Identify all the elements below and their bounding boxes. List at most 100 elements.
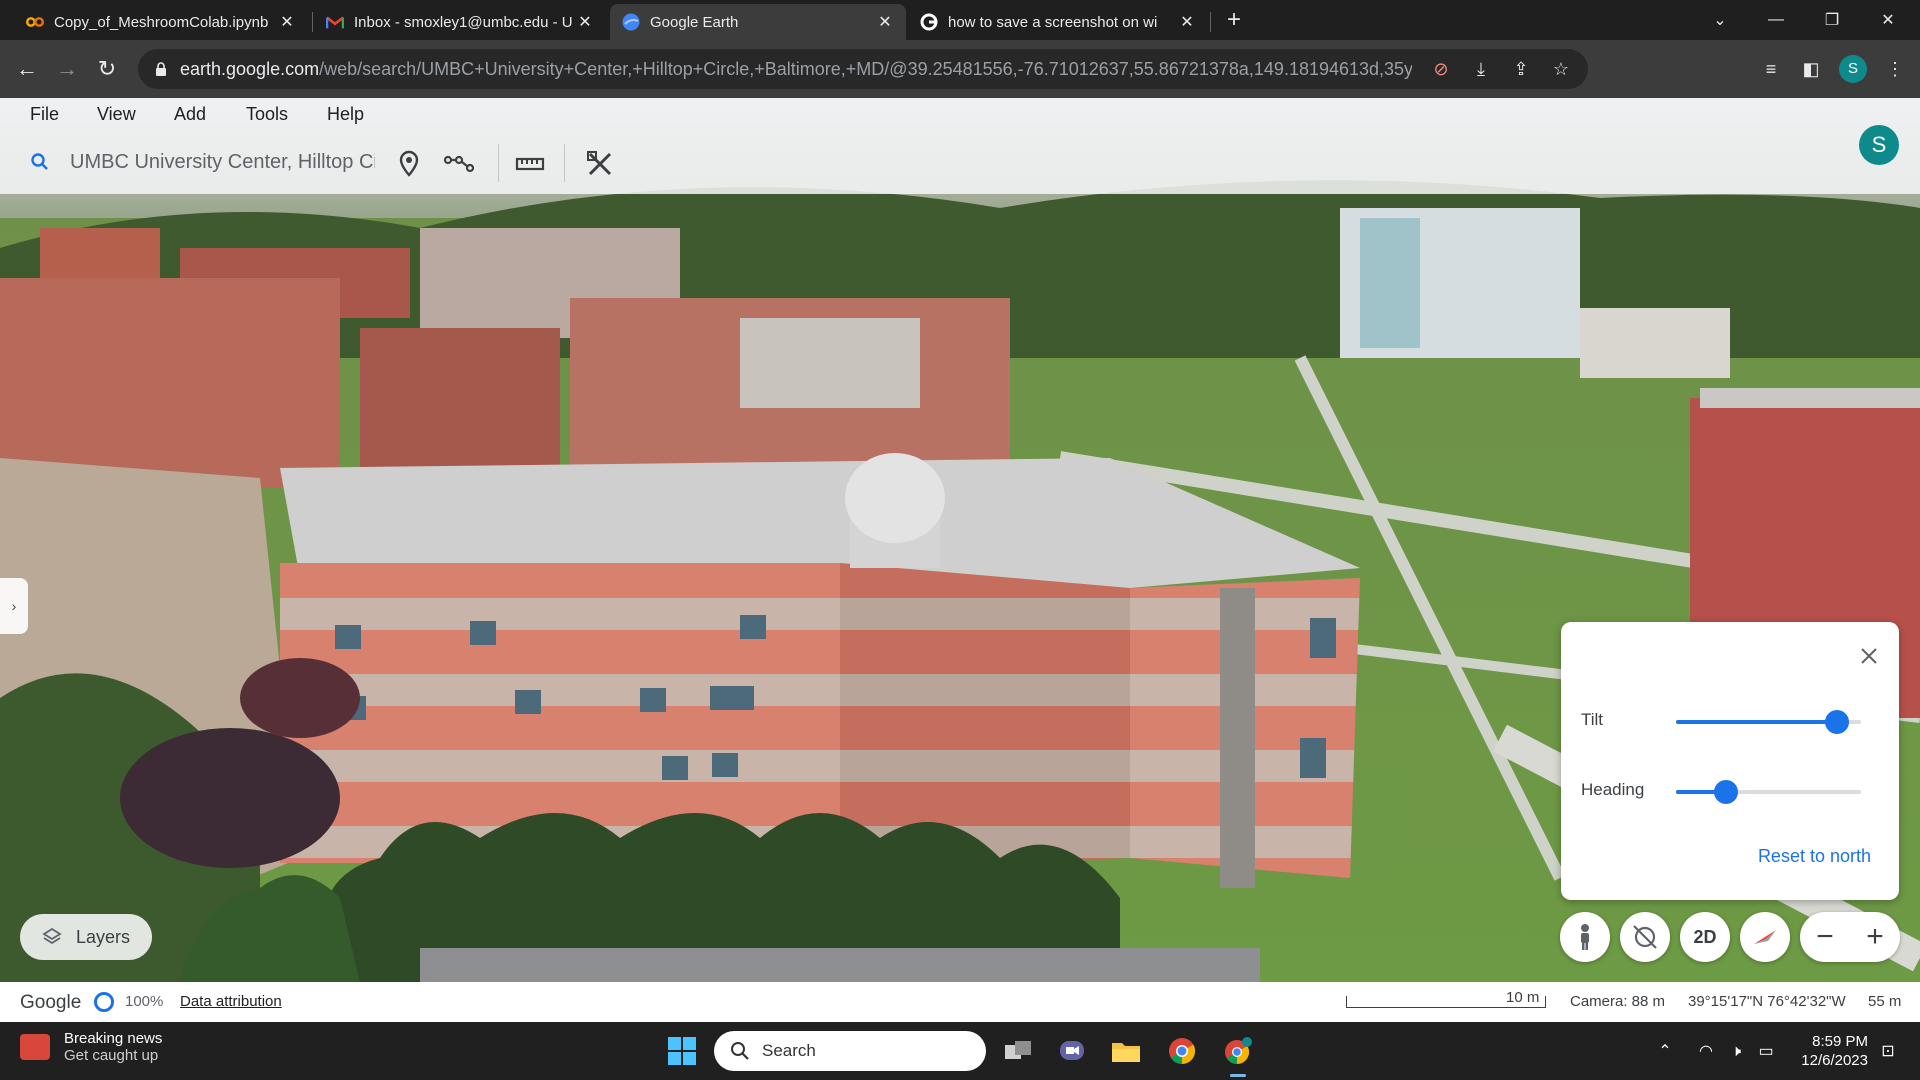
share-icon[interactable]: ⇪ (1510, 58, 1532, 80)
teams-chat-icon[interactable] (1054, 1033, 1090, 1069)
bookmark-star-icon[interactable]: ☆ (1550, 58, 1572, 80)
toggle-tilt-button[interactable] (1620, 912, 1670, 962)
browser-toolbar: ← → ↻ earth.google.com/web/search/UMBC+U… (0, 40, 1920, 98)
tab-google-earth[interactable]: Google Earth ✕ (610, 4, 906, 40)
windows-taskbar: Breaking news Get caught up Search ⌃ ◠ 🕨… (0, 1022, 1920, 1080)
close-tab-icon[interactable]: ✕ (278, 12, 296, 32)
chrome-menu-icon[interactable]: ⋮ (1882, 56, 1908, 82)
news-widget[interactable]: Breaking news Get caught up (20, 1030, 162, 1064)
show-hidden-icons-chevron-icon[interactable]: ⌃ (1653, 1040, 1677, 1064)
scale-label: 10 m (1506, 989, 1540, 1006)
news-icon (20, 1034, 50, 1060)
chrome-profile-app-icon[interactable] (1220, 1033, 1256, 1077)
loading-ring-icon (94, 992, 114, 1012)
toolbar-divider (564, 144, 565, 182)
file-explorer-icon[interactable] (1108, 1033, 1144, 1069)
data-attribution-link[interactable]: Data attribution (180, 993, 282, 1010)
chrome-icon[interactable] (1164, 1033, 1200, 1069)
forward-icon[interactable]: → (52, 54, 82, 84)
system-clock[interactable]: 8:59 PM 12/6/2023 (1798, 1032, 1868, 1070)
tilt-label: Tilt (1581, 710, 1604, 729)
address-bar[interactable]: earth.google.com/web/search/UMBC+Univers… (138, 49, 1588, 89)
tab-google-search[interactable]: how to save a screenshot on wi ✕ (908, 4, 1208, 40)
elevation: 55 m (1868, 993, 1902, 1010)
clock-date: 12/6/2023 (1801, 1052, 1868, 1069)
menu-file[interactable]: File (30, 104, 59, 125)
close-icon[interactable] (1857, 644, 1881, 668)
zoom-controls: − + (1800, 912, 1900, 962)
menu-tools[interactable]: Tools (246, 104, 288, 125)
close-tab-icon[interactable]: ✕ (1178, 12, 1196, 32)
layers-icon (42, 927, 62, 945)
side-panel-icon[interactable]: ◧ (1798, 56, 1824, 82)
search-box[interactable]: UMBC University Center, Hilltop Ci (12, 140, 382, 184)
tab-search-chevron-icon[interactable]: ⌄ (1692, 0, 1748, 40)
volume-muted-icon[interactable]: 🕨 (1724, 1040, 1748, 1064)
search-input[interactable]: UMBC University Center, Hilltop Ci (70, 151, 375, 174)
windows-start-icon[interactable] (667, 1036, 697, 1066)
compass-off-icon (1633, 925, 1657, 949)
toolbar-divider (498, 144, 499, 182)
expand-panel-chevron-icon[interactable]: › (0, 578, 28, 634)
wifi-icon[interactable]: ◠ (1694, 1040, 1718, 1064)
draw-path-icon[interactable] (443, 148, 475, 180)
lock-icon (156, 62, 166, 76)
reload-icon[interactable]: ↻ (92, 54, 122, 84)
camera-altitude: Camera: 88 m (1570, 993, 1666, 1010)
add-placemark-icon[interactable] (393, 148, 425, 180)
reset-to-north-button[interactable]: Reset to north (1758, 846, 1871, 867)
heading-label: Heading (1581, 780, 1645, 799)
compass-button[interactable] (1740, 912, 1790, 962)
projects-tools-icon[interactable] (584, 148, 616, 180)
google-logo: Google (20, 992, 82, 1013)
news-title: Breaking news (64, 1030, 163, 1047)
menu-help[interactable]: Help (327, 104, 364, 125)
restore-icon[interactable]: ❐ (1804, 0, 1860, 40)
google-icon (920, 13, 938, 31)
tab-title: how to save a screenshot on wi (948, 13, 1158, 31)
new-tab-button[interactable]: + (1220, 6, 1248, 34)
install-app-icon[interactable]: ⤓ (1470, 58, 1492, 80)
task-view-icon[interactable] (1000, 1033, 1036, 1069)
menu-add[interactable]: Add (174, 104, 206, 125)
close-tab-icon[interactable]: ✕ (576, 12, 594, 32)
media-queue-icon[interactable]: ≡ (1758, 56, 1784, 82)
heading-slider[interactable] (1676, 780, 1861, 804)
tab-title: Inbox - smoxley1@umbc.edu - U (354, 13, 573, 31)
tilt-slider[interactable] (1676, 710, 1861, 734)
layers-button[interactable]: Layers (20, 914, 152, 960)
layers-label: Layers (76, 926, 131, 947)
browser-tab-bar: Copy_of_MeshroomColab.ipynb ✕ Inbox - sm… (0, 0, 1920, 40)
zoom-out-button[interactable]: − (1800, 912, 1850, 962)
measure-ruler-icon[interactable] (514, 148, 546, 180)
back-icon[interactable]: ← (12, 54, 42, 84)
tab-colab[interactable]: Copy_of_MeshroomColab.ipynb ✕ (14, 4, 308, 40)
tab-title: Google Earth (650, 13, 739, 31)
tilt-slider-thumb[interactable] (1824, 710, 1849, 734)
cursor-coordinates: 39°15'17"N 76°42'32"W (1688, 993, 1846, 1010)
earth-viewport[interactable]: File View Add Tools Help UMBC University… (0, 98, 1920, 982)
battery-icon[interactable]: ▭ (1754, 1040, 1778, 1064)
taskbar-search-placeholder: Search (762, 1041, 816, 1060)
chrome-profile-avatar[interactable]: S (1839, 55, 1867, 83)
pegman-button[interactable] (1560, 912, 1610, 962)
load-percent: 100% (125, 993, 164, 1010)
minimize-icon[interactable]: — (1748, 0, 1804, 40)
earth-status-bar: Google 100% Data attribution 10 m Camera… (0, 982, 1920, 1022)
blocked-location-icon[interactable]: ⊘ (1430, 58, 1452, 80)
taskbar-search[interactable]: Search (714, 1031, 986, 1071)
close-window-icon[interactable]: ✕ (1860, 0, 1916, 40)
tab-gmail[interactable]: Inbox - smoxley1@umbc.edu - U ✕ (314, 4, 606, 40)
account-avatar[interactable]: S (1859, 125, 1899, 165)
clock-time: 8:59 PM (1812, 1033, 1868, 1050)
news-subtitle: Get caught up (64, 1047, 159, 1064)
close-tab-icon[interactable]: ✕ (876, 12, 894, 32)
tab-divider (312, 12, 313, 32)
colab-icon (26, 13, 44, 31)
2d-view-button[interactable]: 2D (1680, 912, 1730, 962)
menu-view[interactable]: View (97, 104, 136, 125)
zoom-in-button[interactable]: + (1850, 912, 1900, 962)
heading-slider-thumb[interactable] (1713, 780, 1738, 804)
compass-needle-icon (1754, 930, 1776, 944)
notifications-icon[interactable]: ⊡ (1876, 1040, 1900, 1064)
